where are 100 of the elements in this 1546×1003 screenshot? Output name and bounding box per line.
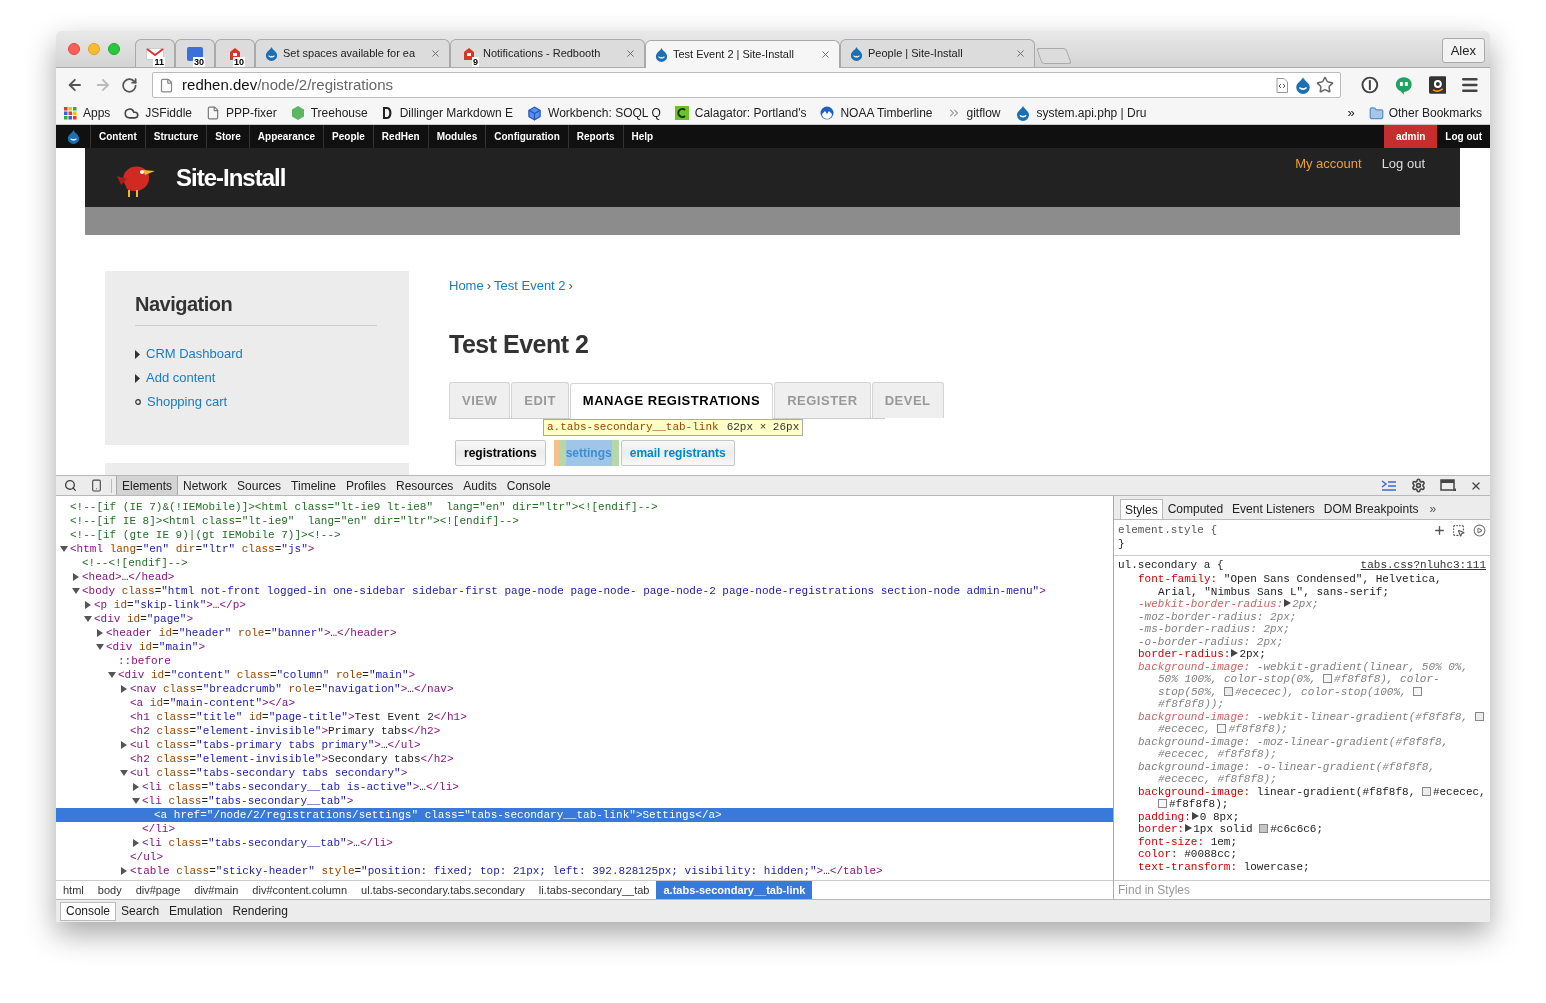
- drawer-tab[interactable]: Search: [116, 901, 165, 921]
- add-rule-icon[interactable]: [1433, 523, 1446, 537]
- dom-node[interactable]: <h1 class="title" id="page-title">Test Event 2</h1>: [56, 710, 1113, 724]
- dom-node[interactable]: <!--[if IE 8]><html class="lt-ie9" lang="en" dir="ltr"><![endif]-->: [56, 514, 1113, 528]
- filter-field[interactable]: Find in Styles: [1118, 881, 1486, 899]
- profile-button[interactable]: Alex: [1441, 38, 1485, 63]
- expanded-triangle-icon[interactable]: [120, 769, 128, 777]
- dom-node[interactable]: <ul class="tabs-primary tabs primary">…</ul>: [56, 738, 1113, 752]
- more-tabs-button[interactable]: »: [1423, 499, 1443, 519]
- primary-tab[interactable]: MANAGE REGISTRATIONS: [569, 383, 774, 419]
- bookmark[interactable]: PPP-fixer: [206, 104, 277, 122]
- device-icon[interactable]: [90, 479, 103, 492]
- dom-breadcrumb[interactable]: div#page: [128, 881, 188, 899]
- speech-bubble-icon[interactable]: [1394, 75, 1413, 95]
- expand-triangle-icon[interactable]: [1231, 649, 1239, 657]
- expand-triangle-icon[interactable]: [1284, 599, 1292, 607]
- sidebar-tab[interactable]: Event Listeners: [1228, 499, 1319, 519]
- browser-tab[interactable]: 10: [215, 39, 255, 67]
- css-declaration[interactable]: border: 1px solid #c6c6c6;: [1118, 823, 1486, 836]
- expanded-triangle-icon[interactable]: [60, 545, 68, 553]
- collapsed-triangle-icon[interactable]: [96, 629, 104, 637]
- expand-triangle-icon[interactable]: [1191, 811, 1199, 820]
- admin-user-link[interactable]: admin: [1383, 125, 1438, 148]
- expanded-triangle-icon[interactable]: [132, 797, 140, 805]
- css-declaration[interactable]: color: #0088cc;: [1118, 848, 1486, 861]
- sidebar-link[interactable]: CRM Dashboard: [146, 344, 243, 364]
- dom-breadcrumb[interactable]: div#content.column: [245, 881, 355, 899]
- css-declaration[interactable]: padding: 0 8px;: [1118, 810, 1486, 823]
- close-icon[interactable]: [1015, 48, 1026, 59]
- devtools-tab[interactable]: Console: [501, 476, 556, 495]
- settings-icon[interactable]: [1411, 478, 1426, 493]
- dock-icon[interactable]: [1440, 479, 1456, 492]
- drawer-tab[interactable]: Rendering: [227, 901, 293, 921]
- breadcrumb-link[interactable]: Home: [449, 276, 484, 296]
- color-swatch[interactable]: [1323, 674, 1333, 683]
- breadcrumb-link[interactable]: Test Event 2: [494, 276, 566, 296]
- color-swatch[interactable]: [1413, 686, 1423, 696]
- bookmark[interactable]: Dillinger Markdown E: [381, 104, 514, 122]
- bookmark[interactable]: Workbench: SOQL Q: [527, 104, 661, 122]
- star-icon[interactable]: [1316, 76, 1335, 94]
- collapsed-triangle-icon[interactable]: [132, 839, 140, 847]
- css-declaration[interactable]: background-image: linear-gradient(#f8f8f8, #ececec, #f8f8f8);: [1118, 785, 1486, 811]
- sidebar-tab[interactable]: Styles: [1120, 499, 1163, 519]
- bookmark[interactable]: Apps: [64, 104, 111, 122]
- dom-node[interactable]: <h2 class="element-invisible">Primary tabs</h2>: [56, 724, 1113, 738]
- color-swatch[interactable]: [1224, 686, 1233, 696]
- css-declaration[interactable]: background-image: -moz-linear-gradient(#f8f8f8, #ececec, #f8f8f8);: [1118, 735, 1486, 761]
- css-declaration[interactable]: -o-border-radius: 2px;: [1118, 635, 1486, 648]
- css-declaration[interactable]: font-size: 1em;: [1118, 835, 1486, 848]
- browser-tab[interactable]: 9 Notifications - Redbooth: [450, 39, 645, 67]
- dom-node[interactable]: <li class="tabs-secondary__tab">…</li>: [56, 836, 1113, 850]
- expanded-triangle-icon[interactable]: [96, 643, 104, 651]
- dom-node[interactable]: <a href="/node/2/registrations/settings" class="tabs-secondary__tab-link">Settings</a>: [56, 808, 1113, 822]
- collapsed-triangle-icon[interactable]: [72, 573, 80, 581]
- bookmark[interactable]: gitflow: [946, 104, 1001, 122]
- css-declaration[interactable]: border-radius: 2px;: [1118, 648, 1486, 661]
- color-swatch[interactable]: [1421, 786, 1431, 796]
- collapsed-triangle-icon[interactable]: [120, 685, 128, 693]
- dom-node[interactable]: <li class="tabs-secondary__tab is-active">…</li>: [56, 780, 1113, 794]
- devtools-tab[interactable]: Elements: [116, 476, 179, 495]
- color-swatch[interactable]: [1259, 824, 1269, 833]
- devtools-tab[interactable]: Sources: [232, 476, 287, 495]
- menu-icon[interactable]: [1460, 75, 1480, 95]
- color-swatch[interactable]: [1158, 799, 1167, 808]
- devtools-tab[interactable]: Resources: [391, 476, 459, 495]
- dom-node[interactable]: <h2 class="element-invisible">Secondary tabs</h2>: [56, 752, 1113, 766]
- back-icon[interactable]: [66, 76, 84, 94]
- code-page-icon[interactable]: [1276, 77, 1289, 93]
- close-icon[interactable]: [820, 49, 831, 60]
- bookmark[interactable]: NOAA Timberline: [820, 104, 933, 122]
- css-declaration[interactable]: background-image: -webkit-gradient(linear, 50% 0%, 50% 100%, color-stop(0%, #f8f8f8), color-stop(50%, #ececec), color-stop(100%, #f8f8f8));: [1118, 660, 1486, 711]
- color-swatch[interactable]: [1474, 711, 1484, 721]
- close-icon[interactable]: [625, 48, 636, 59]
- user-link[interactable]: Log out: [1381, 154, 1425, 174]
- dom-breadcrumb[interactable]: div#main: [187, 881, 246, 899]
- dom-node[interactable]: <html lang="en" dir="ltr" class="js">: [56, 542, 1113, 556]
- expand-triangle-icon[interactable]: [1185, 824, 1193, 832]
- css-declaration[interactable]: -moz-border-radius: 2px;: [1118, 610, 1486, 623]
- bookmark-folder[interactable]: Other Bookmarks: [1368, 104, 1482, 122]
- drawer-tab[interactable]: Console: [60, 901, 117, 921]
- dom-node[interactable]: <header id="header" role="banner">…</header>: [56, 626, 1113, 640]
- devtools-tab[interactable]: Network: [178, 476, 233, 495]
- browser-tab[interactable]: Test Event 2 | Site-Install: [645, 40, 840, 68]
- dom-node[interactable]: <div id="page">: [56, 612, 1113, 626]
- dom-node[interactable]: <body class="html not-front logged-in one-sidebar sidebar-first page-node page-node- page-node-2 page-node-registrations section-node admin-menu">: [56, 584, 1113, 598]
- reload-icon[interactable]: [121, 76, 139, 94]
- sidebar-tab[interactable]: Computed: [1163, 499, 1228, 519]
- expanded-triangle-icon[interactable]: [84, 615, 92, 623]
- css-declaration[interactable]: background-image: -o-linear-gradient(#f8f8f8, #ececec, #f8f8f8);: [1118, 760, 1486, 786]
- browser-tab[interactable]: 30: [175, 39, 215, 67]
- bookmark[interactable]: Treehouse: [290, 104, 368, 122]
- dom-breadcrumb[interactable]: body: [90, 881, 129, 899]
- more-bookmarks-button[interactable]: »: [1347, 103, 1355, 123]
- dom-node[interactable]: <head>…</head>: [56, 570, 1113, 584]
- sidebar-link[interactable]: Shopping cart: [147, 392, 228, 412]
- css-declaration[interactable]: background-image: -webkit-linear-gradient(#f8f8f8, #ececec, #f8f8f8);: [1118, 710, 1486, 736]
- dom-node[interactable]: <table class="sticky-header" style="position: fixed; top: 21px; left: 392.828125px; visibility: hidden;">…</table>: [56, 864, 1113, 878]
- dom-node[interactable]: <div id="main">: [56, 640, 1113, 654]
- css-declaration[interactable]: text-transform: lowercase;: [1118, 860, 1486, 873]
- browser-tab[interactable]: People | Site-Install: [840, 39, 1035, 67]
